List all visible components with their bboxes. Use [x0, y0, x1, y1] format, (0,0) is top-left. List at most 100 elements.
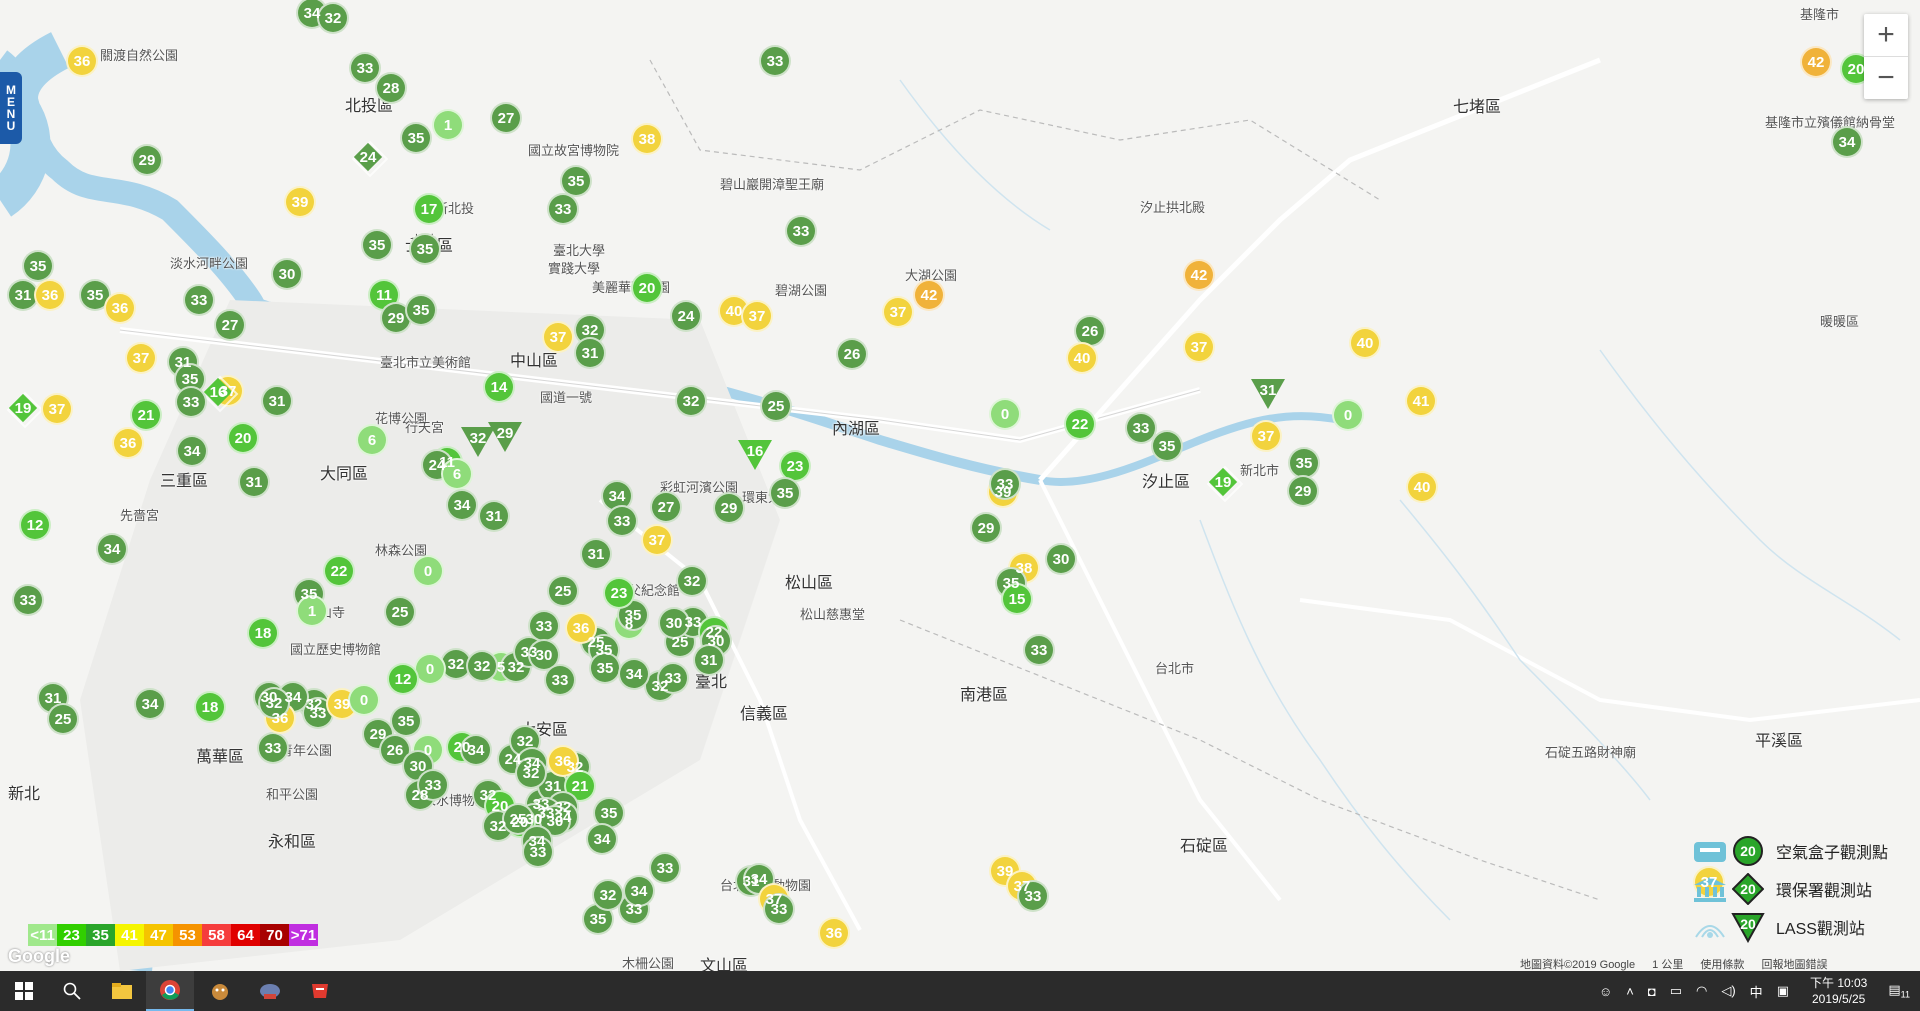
airbox-marker[interactable]: 35 — [361, 229, 393, 261]
airbox-marker[interactable]: 17 — [413, 193, 445, 225]
airbox-marker[interactable]: 33 — [12, 584, 44, 616]
airbox-marker[interactable]: 33 — [547, 193, 579, 225]
ime-indicator[interactable]: 中 — [1750, 982, 1763, 1001]
airbox-marker[interactable]: 39 — [284, 186, 316, 218]
lass-station-marker[interactable]: 32 — [461, 427, 495, 457]
airbox-marker[interactable]: 29 — [970, 512, 1002, 544]
menu-tab[interactable]: MENU — [0, 72, 22, 144]
airbox-marker[interactable]: 35 — [405, 294, 437, 326]
shield-icon[interactable]: ◘ — [1648, 984, 1656, 999]
airbox-marker[interactable]: 34 — [96, 533, 128, 565]
airbox-marker[interactable]: 12 — [19, 509, 51, 541]
zoom-out-button[interactable]: − — [1864, 57, 1908, 99]
people-icon[interactable]: ☺ — [1599, 984, 1612, 999]
chrome-icon[interactable] — [146, 971, 194, 1011]
airbox-marker[interactable]: 36 — [34, 279, 66, 311]
airbox-marker[interactable]: 21 — [130, 399, 162, 431]
airbox-marker[interactable]: 30 — [1045, 543, 1077, 575]
airbox-marker[interactable]: 31 — [238, 466, 270, 498]
airbox-marker[interactable]: 42 — [1183, 259, 1215, 291]
airbox-marker[interactable]: 34 — [446, 489, 478, 521]
battery-icon[interactable]: ▭ — [1670, 983, 1682, 999]
airbox-marker[interactable]: 35 — [400, 122, 432, 154]
airbox-marker[interactable]: 0 — [348, 684, 380, 716]
airbox-marker[interactable]: 32 — [317, 2, 349, 34]
airbox-marker[interactable]: 25 — [47, 703, 79, 735]
airbox-marker[interactable]: 42 — [913, 279, 945, 311]
clock[interactable]: 下午 10:03 2019/5/25 — [1810, 975, 1867, 1007]
airbox-marker[interactable]: 34 — [176, 435, 208, 467]
airbox-marker[interactable]: 33 — [649, 852, 681, 884]
airbox-marker[interactable]: 34 — [586, 823, 618, 855]
windows-start-icon[interactable] — [0, 971, 48, 1011]
airbox-marker[interactable]: 30 — [271, 258, 303, 290]
airbox-marker[interactable]: 36 — [66, 45, 98, 77]
airbox-marker[interactable]: 37 — [542, 321, 574, 353]
epa-station-marker[interactable]: 19 — [8, 393, 38, 423]
input-method-icon[interactable]: ▣ — [1777, 983, 1789, 999]
airbox-marker[interactable]: 36 — [112, 427, 144, 459]
volume-icon[interactable]: ◁) — [1721, 983, 1735, 999]
report-error-link[interactable]: 回報地圖錯誤 — [1761, 959, 1827, 971]
airbox-marker[interactable]: 37 — [125, 342, 157, 374]
zoom-in-button[interactable]: + — [1864, 14, 1908, 56]
airbox-marker[interactable]: 20 — [227, 422, 259, 454]
airbox-marker[interactable]: 14 — [483, 371, 515, 403]
airbox-marker[interactable]: 35 — [22, 250, 54, 282]
lass-station-marker[interactable]: 31 — [1251, 379, 1285, 409]
file-explorer-icon[interactable] — [98, 971, 146, 1011]
airbox-marker[interactable]: 22 — [1064, 408, 1096, 440]
airbox-marker[interactable]: 33 — [759, 45, 791, 77]
lass-station-marker[interactable]: 16 — [738, 440, 772, 470]
search-icon[interactable] — [48, 971, 96, 1011]
airbox-marker[interactable]: 33 — [785, 215, 817, 247]
airbox-marker[interactable]: 0 — [412, 555, 444, 587]
airbox-marker[interactable]: 34 — [618, 658, 650, 690]
airbox-marker[interactable]: 25 — [760, 390, 792, 422]
airbox-marker[interactable]: 34 — [1831, 126, 1863, 158]
airbox-marker[interactable]: 18 — [194, 691, 226, 723]
airbox-marker[interactable]: 34 — [134, 688, 166, 720]
chevron-up-icon[interactable]: ˄ — [1626, 984, 1634, 999]
notification-icon[interactable]: ▤11 — [1888, 982, 1910, 1000]
airbox-marker[interactable]: 31 — [580, 538, 612, 570]
airbox-marker[interactable]: 12 — [387, 663, 419, 695]
airbox-marker[interactable]: 33 — [606, 505, 638, 537]
airbox-marker[interactable]: 20 — [631, 272, 663, 304]
airbox-marker[interactable]: 37 — [741, 300, 773, 332]
airbox-marker[interactable]: 35 — [409, 233, 441, 265]
airbox-marker[interactable]: 27 — [490, 102, 522, 134]
airbox-marker[interactable]: 33 — [175, 386, 207, 418]
airbox-marker[interactable]: 0 — [989, 398, 1021, 430]
airbox-marker[interactable]: 41 — [1405, 385, 1437, 417]
airbox-marker[interactable]: 40 — [1406, 471, 1438, 503]
app-icon-3[interactable] — [296, 971, 344, 1011]
airbox-marker[interactable]: 24 — [670, 300, 702, 332]
airbox-marker[interactable]: 36 — [818, 917, 850, 949]
airbox-marker[interactable]: 37 — [641, 524, 673, 556]
airbox-marker[interactable]: 6 — [356, 424, 388, 456]
airbox-marker[interactable]: 31 — [478, 500, 510, 532]
airbox-marker[interactable]: 32 — [676, 565, 708, 597]
airbox-marker[interactable]: 18 — [247, 617, 279, 649]
airbox-marker[interactable]: 22 — [323, 555, 355, 587]
airbox-marker[interactable]: 28 — [375, 72, 407, 104]
airbox-marker[interactable]: 37 — [882, 296, 914, 328]
airbox-marker[interactable]: 31 — [574, 337, 606, 369]
airbox-marker[interactable]: 37 — [1183, 331, 1215, 363]
airbox-marker[interactable]: 27 — [650, 491, 682, 523]
airbox-marker[interactable]: 33 — [257, 732, 289, 764]
airbox-marker[interactable]: 38 — [631, 123, 663, 155]
airbox-marker[interactable]: 33 — [544, 664, 576, 696]
airbox-marker[interactable]: 27 — [214, 309, 246, 341]
airbox-marker[interactable]: 37 — [41, 393, 73, 425]
airbox-marker[interactable]: 25 — [384, 596, 416, 628]
airbox-marker[interactable]: 1 — [432, 109, 464, 141]
airbox-marker[interactable]: 36 — [104, 292, 136, 324]
airbox-marker[interactable]: 23 — [603, 577, 635, 609]
terms-link[interactable]: 使用條款 — [1700, 959, 1744, 971]
airbox-marker[interactable]: 40 — [1066, 342, 1098, 374]
airbox-marker[interactable]: 26 — [836, 338, 868, 370]
airbox-marker[interactable]: 31 — [261, 385, 293, 417]
app-icon-1[interactable] — [196, 971, 244, 1011]
